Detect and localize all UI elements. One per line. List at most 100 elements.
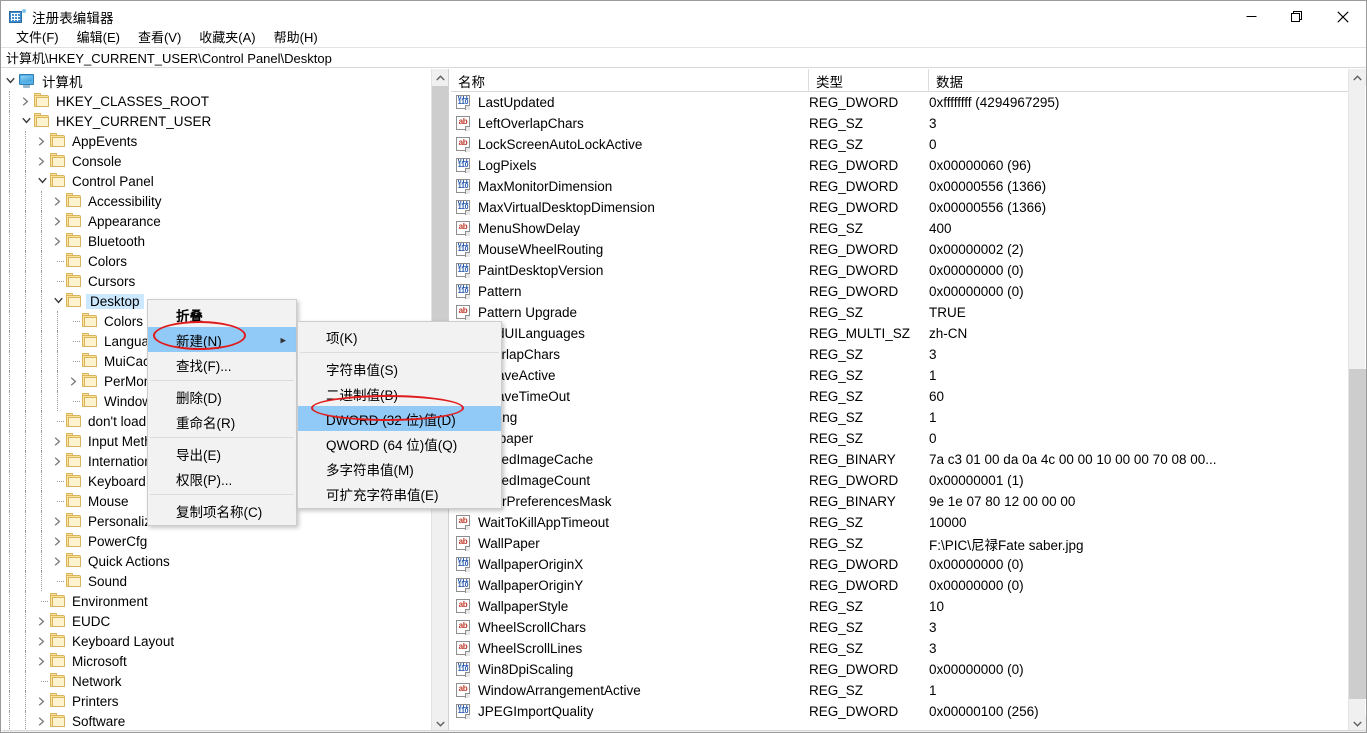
- listview-row[interactable]: 011 110 LogPixels REG_DWORD 0x00000060 (96): [451, 155, 1349, 176]
- menu-edit[interactable]: 编辑(E): [68, 25, 129, 49]
- listview-row[interactable]: ab WallpaperStyle REG_SZ 10: [451, 596, 1349, 617]
- listview-row[interactable]: enSaveActive REG_SZ 1: [451, 365, 1349, 386]
- listview-row[interactable]: 011 110 Win8DpiScaling REG_DWORD 0x00000000 …: [451, 659, 1349, 680]
- tree-item-microsoft[interactable]: Microsoft: [2, 651, 432, 671]
- listview-row[interactable]: 011 110 JPEGImportQuality REG_DWORD 0x000001…: [451, 701, 1349, 722]
- ctx-new[interactable]: 新建(N) ▸: [148, 327, 296, 352]
- tree-item-appevents[interactable]: AppEvents: [2, 131, 432, 151]
- tree-item-console[interactable]: Console: [2, 151, 432, 171]
- listview-row[interactable]: ab WaitToKillAppTimeout REG_SZ 10000: [451, 512, 1349, 533]
- tree-item-network[interactable]: Network: [2, 671, 432, 691]
- sub-new-binary[interactable]: 二进制值(B): [298, 381, 501, 406]
- column-header-type[interactable]: 类型: [809, 69, 929, 92]
- tree-item-hkey-classes-root[interactable]: HKEY_CLASSES_ROOT: [2, 91, 432, 111]
- ctx-find[interactable]: 查找(F)...: [148, 352, 296, 377]
- tree-item-colors[interactable]: Colors: [2, 251, 432, 271]
- listview-row[interactable]: scodedImageCache REG_BINARY 7a c3 01 00 da…: [451, 449, 1349, 470]
- chevron-right-icon[interactable]: [34, 651, 50, 671]
- sub-new-qword64[interactable]: QWORD (64 位)值(Q): [298, 431, 501, 456]
- listview-row[interactable]: 011 110 MaxMonitorDimension REG_DWORD 0x0000…: [451, 176, 1349, 197]
- listview-row[interactable]: ab LeftOverlapChars REG_SZ 3: [451, 113, 1349, 134]
- menu-help[interactable]: 帮助(H): [265, 25, 327, 49]
- sub-new-dword32[interactable]: DWORD (32 位)值(D): [298, 406, 501, 431]
- listview-row[interactable]: 011 110 WallpaperOriginX REG_DWORD 0x0000000…: [451, 554, 1349, 575]
- chevron-right-icon[interactable]: [34, 611, 50, 631]
- ctx-delete[interactable]: 删除(D): [148, 384, 296, 409]
- chevron-right-icon[interactable]: [34, 711, 50, 731]
- listview-row[interactable]: 011 110 MaxVirtualDesktopDimension REG_DWOR…: [451, 197, 1349, 218]
- listview-row[interactable]: ab WheelScrollLines REG_SZ 3: [451, 638, 1349, 659]
- listview-row[interactable]: pSizingREG_SZ1: [451, 407, 1349, 428]
- sub-new-multi-string[interactable]: 多字符串值(M): [298, 456, 501, 481]
- listview-row[interactable]: 011 110 PaintDesktopVersion REG_DWORD 0x0000…: [451, 260, 1349, 281]
- tree-item-hkey-current-user[interactable]: HKEY_CURRENT_USER: [2, 111, 432, 131]
- listview-row[interactable]: 011 110 WallpaperOriginY REG_DWORD 0x0000000…: [451, 575, 1349, 596]
- listview-row[interactable]: 011 110 LastUpdated REG_DWORD 0xffffffff (42…: [451, 92, 1349, 113]
- tree-context-menu[interactable]: 折叠 新建(N) ▸ 查找(F)... 删除(D) 重命名(R) 导出(E) 权限(P)...…: [147, 299, 297, 526]
- tree-scroll-up-icon[interactable]: [432, 69, 448, 86]
- listview-row[interactable]: ab Pattern Upgrade REG_SZ TRUE: [451, 302, 1349, 323]
- chevron-down-icon[interactable]: [2, 71, 18, 91]
- address-bar[interactable]: 计算机\HKEY_CURRENT_USER\Control Panel\Desk…: [1, 47, 1366, 68]
- sub-new-key[interactable]: 项(K): [298, 324, 501, 349]
- values-vertical-scrollbar[interactable]: [1348, 69, 1366, 732]
- listview-row[interactable]: ab WallPaper REG_SZ F:\PIC\尼禄Fate saber.jpg: [451, 533, 1349, 554]
- chevron-right-icon[interactable]: [50, 211, 66, 231]
- tree-scroll-thumb[interactable]: [432, 86, 448, 332]
- chevron-right-icon[interactable]: [50, 191, 66, 211]
- chevron-right-icon[interactable]: [34, 151, 50, 171]
- tree-item-printers[interactable]: Printers: [2, 691, 432, 711]
- listview-row[interactable]: tOverlapChars REG_SZ 3: [451, 344, 1349, 365]
- listview-row[interactable]: ab MenuShowDelay REG_SZ 400: [451, 218, 1349, 239]
- chevron-right-icon[interactable]: [34, 691, 50, 711]
- chevron-down-icon[interactable]: [34, 171, 50, 191]
- listview-row[interactable]: ab WindowArrangementActive REG_SZ 1: [451, 680, 1349, 701]
- listview-row[interactable]: scodedImageCount REG_DWORD 0x00000001 (1): [451, 470, 1349, 491]
- chevron-right-icon[interactable]: [50, 511, 66, 531]
- chevron-down-icon[interactable]: [50, 291, 66, 311]
- tree-item-accessibility[interactable]: Accessibility: [2, 191, 432, 211]
- tree-item-bluetooth[interactable]: Bluetooth: [2, 231, 432, 251]
- sub-new-string[interactable]: 字符串值(S): [298, 356, 501, 381]
- values-scroll-up-icon[interactable]: [1349, 69, 1366, 86]
- tree-item-sound[interactable]: Sound: [2, 571, 432, 591]
- column-header-name[interactable]: 名称: [451, 69, 809, 92]
- chevron-right-icon[interactable]: [50, 431, 66, 451]
- listview-row[interactable]: Wallpaper REG_SZ 0: [451, 428, 1349, 449]
- tree-item-keyboard-layout[interactable]: Keyboard Layout: [2, 631, 432, 651]
- tree-item--[interactable]: 计算机: [2, 71, 432, 91]
- chevron-right-icon[interactable]: [66, 371, 82, 391]
- chevron-right-icon[interactable]: [50, 551, 66, 571]
- listview-row[interactable]: ab LockScreenAutoLockActive REG_SZ 0: [451, 134, 1349, 155]
- tree-item-cursors[interactable]: Cursors: [2, 271, 432, 291]
- ctx-rename[interactable]: 重命名(R): [148, 409, 296, 434]
- chevron-right-icon[interactable]: [50, 531, 66, 551]
- menu-file[interactable]: 文件(F): [7, 25, 68, 49]
- column-header-data[interactable]: 数据: [929, 69, 1349, 92]
- chevron-right-icon[interactable]: [50, 451, 66, 471]
- chevron-right-icon[interactable]: [18, 91, 34, 111]
- ctx-collapse[interactable]: 折叠: [148, 302, 296, 327]
- chevron-right-icon[interactable]: [50, 231, 66, 251]
- tree-item-software[interactable]: Software: [2, 711, 432, 731]
- listview-row[interactable]: 011110UserPreferencesMaskREG_BINARY9e 1e…: [451, 491, 1349, 512]
- listview-row[interactable]: 011 110 Pattern REG_DWORD 0x00000000 (0): [451, 281, 1349, 302]
- listview-body[interactable]: 011 110 LastUpdated REG_DWORD 0xffffffff (42…: [451, 92, 1349, 732]
- chevron-down-icon[interactable]: [18, 111, 34, 131]
- sub-new-expandable-string[interactable]: 可扩充字符串值(E): [298, 481, 501, 506]
- tree-item-quick-actions[interactable]: Quick Actions: [2, 551, 432, 571]
- ctx-permissions[interactable]: 权限(P)...: [148, 466, 296, 491]
- tree-item-control-panel[interactable]: Control Panel: [2, 171, 432, 191]
- tree-item-eudc[interactable]: EUDC: [2, 611, 432, 631]
- listview-row[interactable]: enSaveTimeOut REG_SZ 60: [451, 386, 1349, 407]
- listview-row[interactable]: erredUILanguages REG_MULTI_SZ zh-CN: [451, 323, 1349, 344]
- chevron-right-icon[interactable]: [34, 131, 50, 151]
- chevron-right-icon[interactable]: [34, 631, 50, 651]
- menu-favorites[interactable]: 收藏夹(A): [190, 25, 264, 49]
- new-value-submenu[interactable]: 项(K) 字符串值(S) 二进制值(B) DWORD (32 位)值(D) QWORD …: [297, 321, 502, 509]
- listview-row[interactable]: ab WheelScrollChars REG_SZ 3: [451, 617, 1349, 638]
- ctx-export[interactable]: 导出(E): [148, 441, 296, 466]
- listview-row[interactable]: 011 110 MouseWheelRouting REG_DWORD 0x000000…: [451, 239, 1349, 260]
- tree-item-appearance[interactable]: Appearance: [2, 211, 432, 231]
- tree-item-powercfg[interactable]: PowerCfg: [2, 531, 432, 551]
